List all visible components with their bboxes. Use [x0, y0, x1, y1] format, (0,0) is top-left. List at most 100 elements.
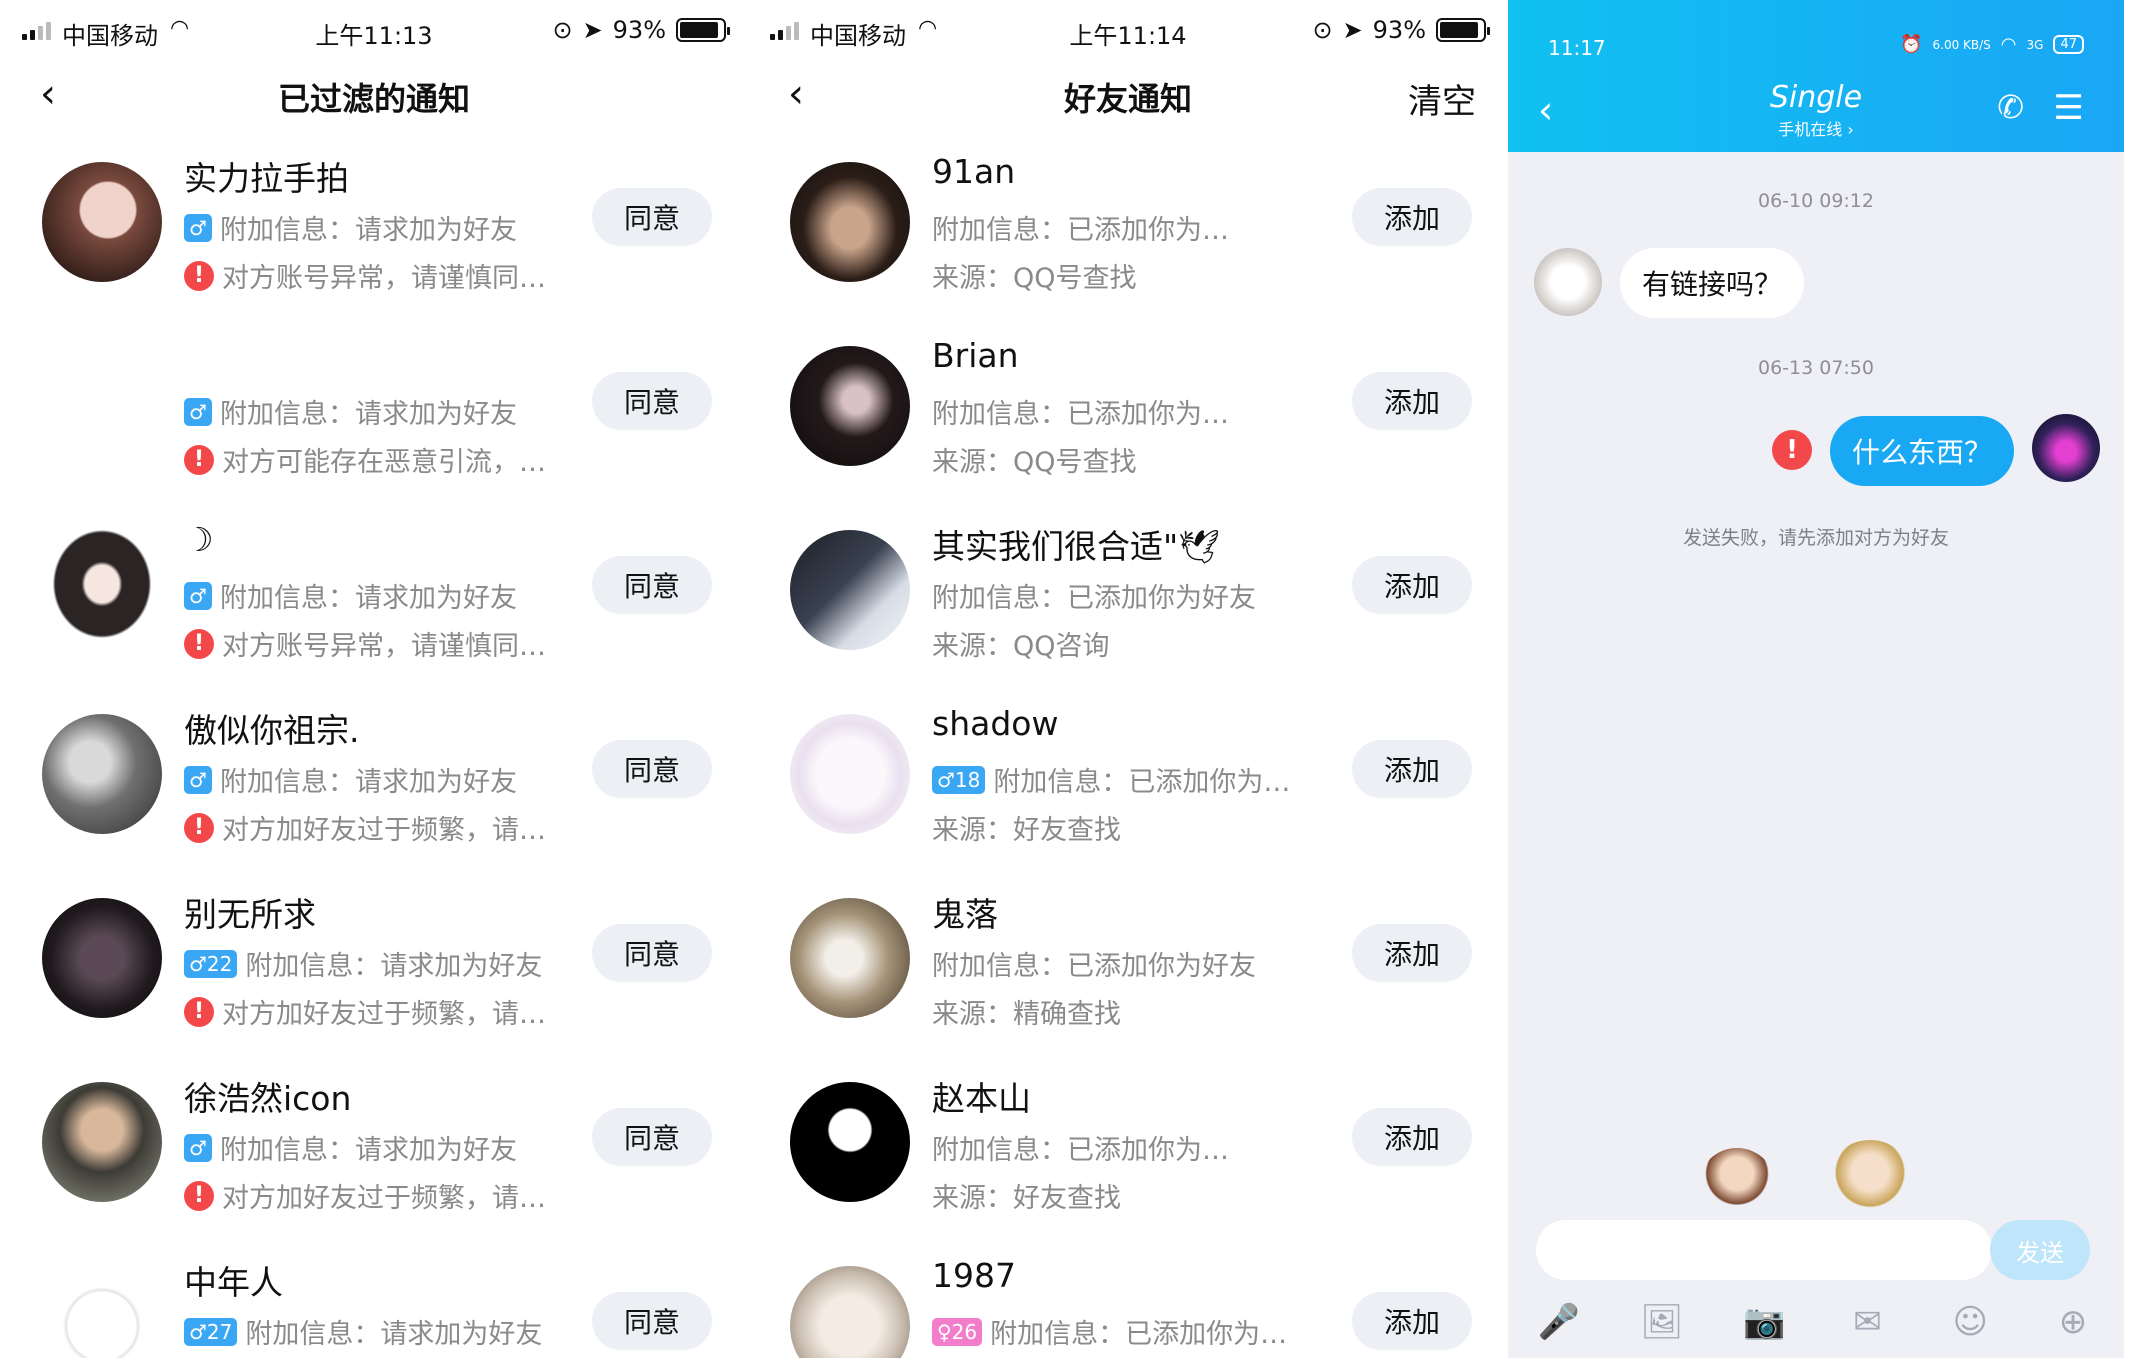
- add-button[interactable]: 添加: [1352, 188, 1472, 246]
- gender-badge: ♂: [184, 397, 212, 426]
- list-item[interactable]: 91an 附加信息：已添加你为… 来源：QQ号查找 添加: [748, 128, 1508, 312]
- add-button[interactable]: 添加: [1352, 740, 1472, 798]
- extra-info: 附加信息：已添加你为…: [932, 1135, 1229, 1166]
- message-timestamp: 06-10 09:12: [1757, 190, 1874, 212]
- gender-badge: ♂: [184, 1133, 212, 1162]
- contact-name: ☽: [184, 520, 214, 559]
- warning-icon: !: [184, 260, 214, 291]
- plus-icon[interactable]: ⊕: [2042, 1302, 2104, 1342]
- location-icon: ➤: [582, 16, 603, 44]
- extra-info: 附加信息：已添加你为…: [993, 767, 1291, 798]
- send-failed-icon[interactable]: !: [1772, 430, 1812, 470]
- avatar[interactable]: [42, 714, 162, 834]
- list-item[interactable]: 1987 ♀26 附加信息：已添加你为… 添加: [748, 1232, 1508, 1358]
- list-item[interactable]: ☽ ♂ 附加信息：请求加为好友 ! 对方账号异常，请谨慎同… 同意: [0, 496, 748, 680]
- warning-text: 对方加好友过于频繁，请…: [222, 1183, 546, 1214]
- avatar[interactable]: [790, 346, 910, 466]
- agree-button[interactable]: 同意: [592, 372, 712, 430]
- emoji-icon[interactable]: ☺: [1939, 1302, 2001, 1342]
- image-icon[interactable]: 🖼: [1631, 1302, 1693, 1342]
- send-button[interactable]: 发送: [1990, 1220, 2090, 1280]
- warning-text: 对方可能存在恶意引流，…: [222, 447, 546, 478]
- agree-button[interactable]: 同意: [592, 556, 712, 614]
- add-button[interactable]: 添加: [1352, 1292, 1472, 1350]
- extra-info: 附加信息：请求加为好友: [245, 1319, 543, 1350]
- chat-screen: 11:17 ⏰ 6.00 KB/S ◠ 3G 47 ‹ Single 手机在线 …: [1508, 0, 2124, 1358]
- message-bubble-in[interactable]: 有链接吗？: [1620, 248, 1805, 318]
- avatar[interactable]: [790, 714, 910, 834]
- my-avatar[interactable]: [2032, 414, 2100, 482]
- message-input[interactable]: [1536, 1220, 1992, 1280]
- phone-icon[interactable]: ✆: [1997, 88, 2024, 126]
- agree-button[interactable]: 同意: [592, 740, 712, 798]
- clear-button[interactable]: 清空: [1408, 74, 1476, 123]
- avatar[interactable]: [790, 530, 910, 650]
- source-text: 来源：好友查找: [932, 815, 1121, 846]
- avatar[interactable]: [42, 898, 162, 1018]
- red-packet-icon[interactable]: ✉: [1836, 1302, 1898, 1342]
- battery-percent: 93%: [612, 16, 666, 44]
- list-item[interactable]: 赵本山 附加信息：已添加你为… 来源：好友查找 添加: [748, 1048, 1508, 1232]
- contact-name: 徐浩然icon: [184, 1079, 352, 1118]
- contact-name: 鬼落: [932, 895, 998, 934]
- agree-button[interactable]: 同意: [592, 1108, 712, 1166]
- extra-info: 附加信息：请求加为好友: [220, 1135, 517, 1166]
- warning-icon: !: [184, 444, 214, 475]
- contact-name: 实力拉手拍: [184, 159, 349, 198]
- avatar[interactable]: [42, 1266, 162, 1358]
- contact-name: shadow: [932, 704, 1059, 743]
- status-bar: 中国移动 ◠ 上午11:14 ⊙ ➤ 93%: [748, 0, 1508, 62]
- message-bubble-out[interactable]: 什么东西？: [1830, 416, 2015, 486]
- list-item[interactable]: Brian 附加信息：已添加你为… 来源：QQ号查找 添加: [748, 312, 1508, 496]
- source-text: 来源：QQ号查找: [932, 263, 1137, 294]
- avatar[interactable]: [790, 1266, 910, 1358]
- filtered-notifications-screen: 中国移动 ◠ 上午11:13 ⊙ ➤ 93% ‹ 已过滤的通知 实力拉手拍 ♂ 附…: [0, 0, 748, 1358]
- list-item[interactable]: 傲似你祖宗. ♂ 附加信息：请求加为好友 ! 对方加好友过于频繁，请… 同意: [0, 680, 748, 864]
- list-item[interactable]: 徐浩然icon ♂ 附加信息：请求加为好友 ! 对方加好友过于频繁，请… 同意: [0, 1048, 748, 1232]
- location-icon: ➤: [1342, 16, 1363, 44]
- warning-icon: !: [184, 1180, 214, 1211]
- add-button[interactable]: 添加: [1352, 556, 1472, 614]
- contact-avatar[interactable]: [1534, 248, 1602, 316]
- contact-status[interactable]: 手机在线 ›: [1508, 116, 2124, 140]
- list-item[interactable]: 别无所求 ♂22 附加信息：请求加为好友 ! 对方加好友过于频繁，请… 同意: [0, 864, 748, 1048]
- warning-text: 对方加好友过于频繁，请…: [222, 999, 546, 1030]
- add-button[interactable]: 添加: [1352, 1108, 1472, 1166]
- avatar[interactable]: [42, 162, 162, 282]
- agree-button[interactable]: 同意: [592, 924, 712, 982]
- add-button[interactable]: 添加: [1352, 372, 1472, 430]
- network-type: 3G: [2026, 37, 2044, 52]
- warning-text: 对方账号异常，请谨慎同…: [222, 631, 546, 662]
- avatar[interactable]: [790, 1082, 910, 1202]
- microphone-icon[interactable]: 🎤: [1528, 1302, 1590, 1342]
- status-bar: 中国移动 ◠ 上午11:13 ⊙ ➤ 93%: [0, 0, 748, 62]
- nav-bar: ‹ 好友通知 清空: [748, 62, 1508, 128]
- avatar[interactable]: [790, 898, 910, 1018]
- avatar[interactable]: [42, 1082, 162, 1202]
- avatar[interactable]: [790, 162, 910, 282]
- source-text: 来源：QQ号查找: [932, 447, 1137, 478]
- warning-icon: !: [184, 628, 214, 659]
- menu-icon[interactable]: ☰: [2054, 88, 2084, 128]
- list-item[interactable]: 实力拉手拍 ♂ 附加信息：请求加为好友 ! 对方账号异常，请谨慎同… 同意: [0, 128, 748, 312]
- agree-button[interactable]: 同意: [592, 1292, 712, 1350]
- avatar[interactable]: [42, 530, 162, 650]
- list-item[interactable]: 鬼落 附加信息：已添加你为好友 来源：精确查找 添加: [748, 864, 1508, 1048]
- battery-icon: [676, 18, 730, 42]
- camera-icon[interactable]: 📷: [1734, 1302, 1796, 1342]
- list-item[interactable]: 其实我们很合适"🕊 附加信息：已添加你为好友 来源：QQ咨询 添加: [748, 496, 1508, 680]
- contact-name: Brian: [932, 336, 1019, 375]
- gender-badge: ♂: [184, 581, 212, 610]
- add-button[interactable]: 添加: [1352, 924, 1472, 982]
- battery-level: 47: [2053, 35, 2084, 54]
- message-timestamp: 06-13 07:50: [1757, 357, 1874, 379]
- contact-name: 1987: [932, 1256, 1016, 1295]
- agree-button[interactable]: 同意: [592, 188, 712, 246]
- nav-bar: ‹ 已过滤的通知: [0, 62, 748, 128]
- gender-badge: ♂27: [184, 1317, 238, 1346]
- warning-text: 对方加好友过于频繁，请…: [222, 815, 546, 846]
- contact-name[interactable]: Single: [1508, 80, 2124, 115]
- list-item[interactable]: 中年人 ♂27 附加信息：请求加为好友 同意: [0, 1232, 748, 1358]
- list-item[interactable]: ♂ 附加信息：请求加为好友 ! 对方可能存在恶意引流，… 同意: [0, 312, 748, 496]
- list-item[interactable]: shadow ♂18 附加信息：已添加你为… 来源：好友查找 添加: [748, 680, 1508, 864]
